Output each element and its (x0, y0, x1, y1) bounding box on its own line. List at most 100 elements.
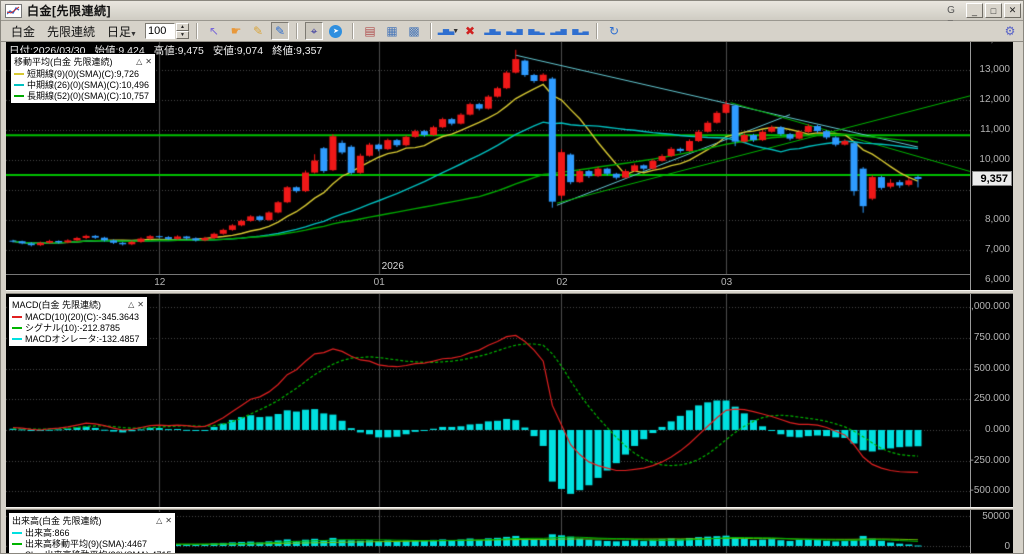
month-tick-label: 03 (721, 277, 733, 288)
window-title: 白金[先限連続] (27, 4, 111, 18)
legend-row: Slow出来高移動平均(26)(SMA):4715 (12, 548, 172, 553)
legend-swatch (12, 531, 22, 534)
legend-swatch (12, 337, 22, 340)
legend-swatch (12, 326, 22, 329)
new-chart-window-icon[interactable]: ▤ (361, 22, 379, 40)
info-high: 高値:9,475 (153, 45, 204, 57)
legend-close-icon[interactable]: ✕ (145, 57, 152, 66)
month-tick-label: 02 (556, 277, 568, 288)
title-bar[interactable]: 白金[先限連続] ✎G⧉ _□✕ (1, 1, 1023, 30)
indicator-preset-1-icon[interactable]: ▂▅▃ (483, 22, 501, 40)
macd-legend-title: MACD(白金 先限連続) (12, 300, 101, 310)
bar-count-up-icon[interactable]: ▲ (175, 23, 189, 31)
toolbar-separator (351, 23, 354, 39)
line-draw-tool-icon[interactable]: ✎ (270, 22, 289, 40)
price-tick-label: 11,000 (980, 123, 1010, 135)
legend-text: MACDオシレータ:-132.4857 (25, 334, 140, 344)
bar-count-input[interactable] (144, 23, 175, 39)
macd-panel: MACD(白金 先限連続) △ ✕ MACD(10)(20)(C):-345.364… (6, 294, 970, 507)
grid-layout-icon[interactable]: ▦ (383, 22, 401, 40)
main-toolbar: 白金先限連続日足▼▲▼↖☛✎✎⌖➤▤▦▩▂▅▃▼✖▂▅▃▃▂▅▅▃▂▂▃▅▅▂▃… (1, 21, 1023, 42)
cursor-tool-icon[interactable]: ↖ (205, 22, 223, 40)
price-tick-label: 13,000 (979, 63, 1010, 75)
indicator-preset-5-icon[interactable]: ▅▂▃ (571, 22, 589, 40)
price-chart-panel: 日付:2026/03/30 始値:9,424 高値:9,475 安値:9,074 終値:… (6, 42, 970, 274)
instrument-button[interactable]: 白金 (7, 23, 39, 40)
macd-legend-box[interactable]: MACD(白金 先限連続) △ ✕ MACD(10)(20)(C):-345.364… (8, 296, 148, 347)
macd-tick-label: 750.000 (973, 331, 1010, 343)
indicator-preset-2-icon[interactable]: ▃▂▅ (505, 22, 523, 40)
minimize-button[interactable]: _ (966, 3, 983, 18)
volume-tick-label: 50000 (982, 511, 1010, 522)
legend-close-icon[interactable]: ✕ (137, 300, 144, 309)
legend-text: Slow出来高移動平均(26)(SMA):4715 (25, 548, 172, 553)
price-tick-label: 14,000 (979, 42, 1010, 45)
wrench-icon[interactable]: ⚙ (1001, 22, 1019, 40)
crosshair-tool-icon[interactable]: ⌖ (304, 22, 323, 40)
macd-tick-label: 500.000 (973, 362, 1010, 374)
legend-swatch (12, 315, 22, 318)
toolbar-separator (295, 23, 298, 39)
legend-text: 長期線(52)(0)(SMA)(C):10,757 (27, 91, 150, 101)
macd-chart-canvas[interactable] (6, 294, 970, 507)
legend-minimize-icon[interactable]: △ (156, 516, 162, 525)
legend-swatch (14, 94, 24, 97)
legend-row: 長期線(52)(0)(SMA)(C):10,757 (14, 90, 152, 101)
contract-button[interactable]: 先限連続 (43, 23, 99, 40)
volume-axis[interactable]: 50000 0 (970, 510, 1013, 553)
info-low: 安値:9,074 (212, 45, 264, 57)
pencil-tool-icon[interactable]: ✎ (249, 22, 267, 40)
legend-swatch (12, 542, 22, 545)
indicator-menu-icon[interactable]: ▂▅▃ ▼ (438, 22, 459, 40)
dense-grid-layout-icon[interactable]: ▩ (405, 22, 423, 40)
g-refresh-icon[interactable]: G (943, 4, 959, 18)
volume-panel: 出来高(白金 先限連続) △ ✕ 出来高:866 出来高移動平均(9)(SMA):44… (6, 510, 970, 553)
macd-tick-label: 250.000 (973, 393, 1010, 405)
hand-tool-icon[interactable]: ☛ (227, 22, 245, 40)
legend-minimize-icon[interactable]: △ (128, 300, 134, 309)
macd-tick-label: 0.000 (984, 423, 1010, 435)
remove-indicator-icon[interactable]: ✖ (461, 22, 479, 40)
month-tick-label: 12 (154, 277, 166, 288)
toolbar-separator (595, 23, 598, 39)
toolbar-separator (429, 23, 432, 39)
window-frame-left (1, 42, 6, 553)
toolbar-separator (195, 23, 198, 39)
legend-swatch (14, 83, 24, 86)
time-axis[interactable]: 12 01 02 03 (6, 274, 970, 290)
price-tick-label: 8,000 (984, 213, 1010, 225)
chart-window: 白金[先限連続] ✎G⧉ _□✕ 白金先限連続日足▼▲▼↖☛✎✎⌖➤▤▦▩▂▅▃… (0, 0, 1024, 554)
timeframe-dropdown[interactable]: 日足▼ (103, 23, 141, 40)
macd-tick-label: -250.000 (970, 454, 1010, 466)
macd-axis[interactable]: 1,000.000 750.000 500.000 250.000 0.000 -250.… (970, 294, 1013, 507)
bar-count-down-icon[interactable]: ▼ (175, 31, 189, 39)
bar-count-control: ▲▼ (144, 23, 189, 39)
price-tick-label: 7,000 (984, 243, 1010, 255)
window-frame-right (1013, 42, 1023, 553)
legend-text: MACD(10)(20)(C):-345.3643 (25, 311, 140, 322)
refresh-icon[interactable]: ↻ (605, 22, 623, 40)
legend-row: MACDオシレータ:-132.4857 (12, 333, 144, 344)
indicator-preset-3-icon[interactable]: ▅▃▂ (527, 22, 545, 40)
macd-tick-label: 1,000.000 (971, 301, 1010, 313)
legend-swatch (14, 72, 24, 75)
chart-app-icon (5, 3, 22, 18)
price-tick-label: 12,000 (979, 93, 1010, 105)
price-tick-label: 10,000 (979, 153, 1010, 165)
maximize-button[interactable]: □ (985, 3, 1002, 18)
month-tick-label: 01 (373, 277, 385, 288)
current-price-badge: 9,357 (972, 170, 1012, 186)
legend-close-icon[interactable]: ✕ (165, 516, 172, 525)
info-close: 終値:9,357 (272, 45, 323, 57)
macd-tick-label: -500.000 (970, 485, 1010, 497)
volume-legend-box[interactable]: 出来高(白金 先限連続) △ ✕ 出来高:866 出来高移動平均(9)(SMA):44… (8, 512, 176, 553)
indicator-preset-4-icon[interactable]: ▂▃▅ (549, 22, 567, 40)
close-button[interactable]: ✕ (1004, 3, 1021, 18)
year-label: 2026 (381, 261, 404, 272)
volume-tick-label: 0 (1004, 541, 1010, 552)
pointer-mode-icon[interactable]: ➤ (327, 22, 345, 40)
price-tick-label: 6,000 (984, 273, 1010, 285)
legend-minimize-icon[interactable]: △ (136, 57, 142, 66)
ma-legend-box[interactable]: 移動平均(白金 先限連続) △ ✕ 短期線(9)(0)(SMA)(C):9,726 中… (10, 53, 156, 104)
price-axis[interactable]: 14,000 13,000 12,000 11,000 10,000 8,000 7,000… (970, 42, 1013, 290)
